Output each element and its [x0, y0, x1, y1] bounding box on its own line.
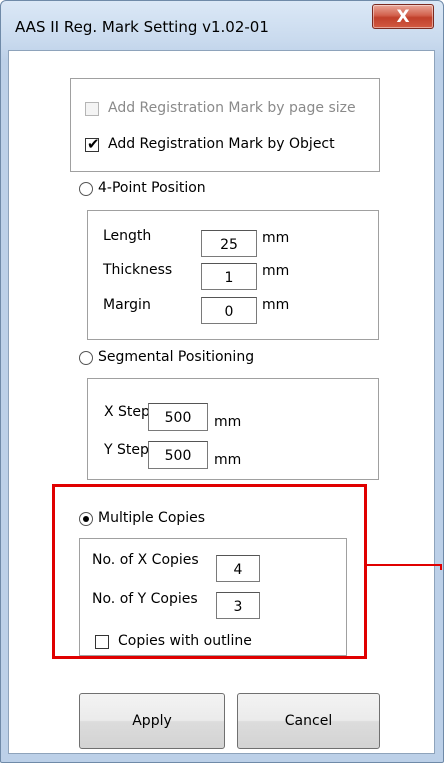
close-button[interactable]: X — [372, 4, 434, 29]
unit-x-step: mm — [214, 414, 242, 430]
label-y-step: Y Step — [104, 442, 149, 458]
margin-input[interactable]: 0 — [201, 297, 257, 324]
close-icon: X — [396, 7, 410, 27]
checkbox-by-page-size[interactable] — [85, 102, 99, 116]
radio-segmental[interactable] — [79, 351, 93, 365]
checkmark-icon: ✔ — [87, 135, 100, 153]
highlight-box — [52, 484, 367, 659]
window-title: AAS II Reg. Mark Setting v1.02-01 — [15, 18, 269, 36]
apply-button[interactable]: Apply — [79, 693, 225, 749]
unit-margin: mm — [262, 297, 290, 313]
x-step-input[interactable]: 500 — [148, 403, 208, 431]
label-by-object: Add Registration Mark by Object — [108, 136, 335, 152]
highlight-callout-line-end — [440, 564, 442, 570]
label-length: Length — [103, 228, 152, 244]
highlight-callout-line — [366, 564, 442, 566]
cancel-button[interactable]: Cancel — [237, 693, 380, 749]
label-x-step: X Step — [104, 404, 150, 420]
mark-options-group — [70, 78, 380, 172]
unit-length: mm — [262, 230, 290, 246]
y-step-input[interactable]: 500 — [148, 441, 208, 469]
thickness-input[interactable]: 1 — [201, 263, 257, 290]
label-margin: Margin — [103, 297, 151, 313]
label-thickness: Thickness — [103, 262, 173, 278]
checkbox-by-object[interactable]: ✔ — [85, 135, 100, 153]
unit-y-step: mm — [214, 452, 242, 468]
unit-thickness: mm — [262, 263, 290, 279]
label-four-point: 4-Point Position — [98, 180, 206, 196]
length-input[interactable]: 25 — [201, 230, 257, 257]
label-by-page-size: Add Registration Mark by page size — [108, 100, 356, 116]
label-segmental: Segmental Positioning — [98, 349, 255, 365]
radio-four-point[interactable] — [79, 182, 93, 196]
